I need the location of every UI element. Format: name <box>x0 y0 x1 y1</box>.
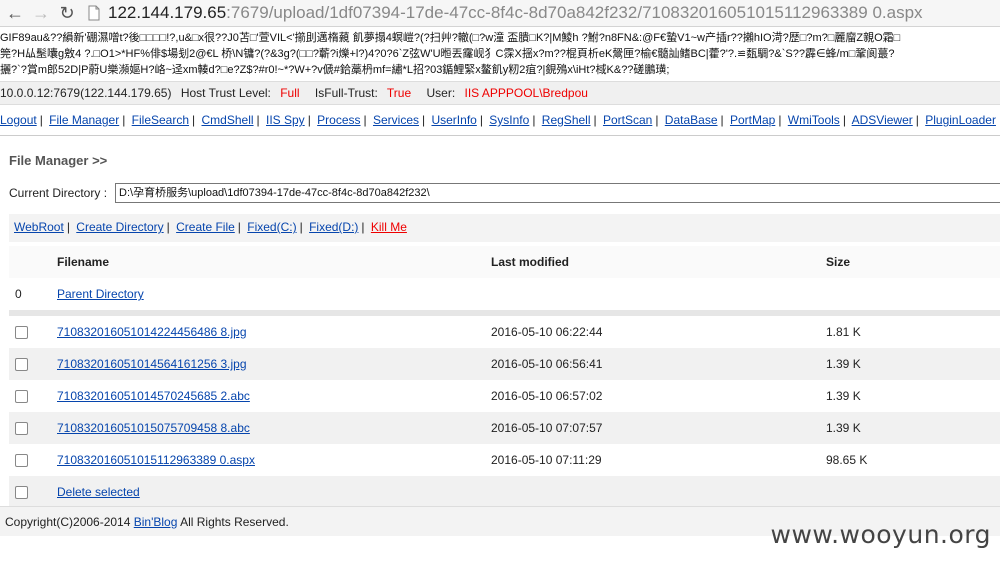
host-address: 10.0.0.12:7679(122.144.179.65) <box>0 86 172 100</box>
file-size: 98.65 K <box>825 444 1000 476</box>
file-modified: 2016-05-10 06:57:02 <box>490 380 825 412</box>
file-size: 1.39 K <box>825 380 1000 412</box>
file-modified: 2016-05-10 06:56:41 <box>490 348 825 380</box>
copyright-text: Copyright(C)2006-2014 <box>5 515 134 529</box>
delete-selected-link[interactable]: Delete selected <box>57 485 140 499</box>
menu-filesearch[interactable]: FileSearch <box>132 113 189 127</box>
back-icon[interactable]: ← <box>4 2 26 24</box>
delete-row: Delete selected <box>9 476 1000 508</box>
table-row: 710832016051014564161256 3.jpg 2016-05-1… <box>9 348 1000 380</box>
menu-cmdshell[interactable]: CmdShell <box>202 113 254 127</box>
menu-regshell[interactable]: RegShell <box>542 113 591 127</box>
file-modified: 2016-05-10 06:22:44 <box>490 313 825 348</box>
trust-level-value: Full <box>280 86 300 100</box>
parent-directory-row: 0 Parent Directory <box>9 278 1000 316</box>
rights-text: All Rights Reserved. <box>177 515 289 529</box>
menu-iis-spy[interactable]: IIS Spy <box>266 113 305 127</box>
url-path: :7679/upload/1df07394-17de-47cc-8f4c-8d7… <box>226 3 923 22</box>
menu-services[interactable]: Services <box>373 113 419 127</box>
webroot-link[interactable]: WebRoot <box>14 220 64 234</box>
file-link[interactable]: 710832016051015075709458 8.abc <box>57 421 250 435</box>
file-link[interactable]: 710832016051014224456486 8.jpg <box>57 325 247 339</box>
file-checkbox[interactable] <box>15 390 28 404</box>
table-row: 710832016051014570245685 2.abc 2016-05-1… <box>9 380 1000 412</box>
file-link[interactable]: 710832016051014570245685 2.abc <box>57 389 250 403</box>
garbled-output: GIF89au&??縜新'硼濕噌t?後□□□□!?,u&□x很??J0苫□'萱V… <box>0 30 1000 78</box>
menu-wmitools[interactable]: WmiTools <box>788 113 840 127</box>
menu-database[interactable]: DataBase <box>665 113 718 127</box>
url-host: 122.144.179.65 <box>108 3 227 22</box>
create-file-link[interactable]: Create File <box>176 220 235 234</box>
kill-me-link[interactable]: Kill Me <box>371 220 407 234</box>
menu-userinfo[interactable]: UserInfo <box>431 113 476 127</box>
file-checkbox[interactable] <box>15 326 28 340</box>
server-info-bar: 10.0.0.12:7679(122.144.179.65) Host Trus… <box>0 81 1000 105</box>
create-directory-link[interactable]: Create Directory <box>76 220 163 234</box>
current-directory-label: Current Directory : <box>9 186 108 200</box>
file-table: Filename Last modified Size 0 Parent Dir… <box>9 246 1000 508</box>
file-link[interactable]: 710832016051015112963389 0.aspx <box>57 453 255 467</box>
column-filename: Filename <box>56 246 490 278</box>
menu-sysinfo[interactable]: SysInfo <box>489 113 529 127</box>
file-link[interactable]: 710832016051014564161256 3.jpg <box>57 357 247 371</box>
menu-process[interactable]: Process <box>317 113 360 127</box>
reload-icon[interactable]: ↻ <box>56 2 78 24</box>
file-modified: 2016-05-10 07:07:57 <box>490 412 825 444</box>
parent-directory-link[interactable]: Parent Directory <box>57 287 144 301</box>
table-row: 710832016051015075709458 8.abc 2016-05-1… <box>9 412 1000 444</box>
garbled-line: 攦?`?賞m郎52D|P蔚U樂瀕嫗H?峈~迳xm輳d?□e?Z$?#r0!~*?… <box>0 64 670 76</box>
user-label: User: IIS APPPOOL\Bredpou <box>426 86 588 100</box>
trust-level-label: Host Trust Level: Full <box>180 86 300 100</box>
column-size: Size <box>825 246 1000 278</box>
file-modified: 2016-05-10 07:11:29 <box>490 444 825 476</box>
address-bar[interactable]: 122.144.179.65:7679/upload/1df07394-17de… <box>86 2 1000 24</box>
fixed-c-drive-link[interactable]: Fixed(C:) <box>247 220 296 234</box>
page-icon <box>88 5 100 21</box>
current-directory-input[interactable]: D:\孕育桥服务\upload\1df07394-17de-47cc-8f4c-… <box>115 183 1000 203</box>
select-all-checkbox[interactable] <box>15 486 28 500</box>
isfull-trust-label: IsFull-Trust: True <box>314 86 412 100</box>
parent-index: 0 <box>9 278 56 316</box>
menu-pluginloader[interactable]: PluginLoader <box>925 113 996 127</box>
author-blog-link[interactable]: Bin'Blog <box>134 515 178 529</box>
current-directory-row: Current Directory : D:\孕育桥服务\upload\1df0… <box>9 182 1000 204</box>
menu-file-manager[interactable]: File Manager <box>49 113 119 127</box>
garbled-line: GIF89au&??縜新'硼濕噌t?後□□□□!?,u&□x很??J0苫□'萱V… <box>0 32 901 44</box>
column-last-modified: Last modified <box>490 246 825 278</box>
user-value: IIS APPPOOL\Bredpou <box>464 86 588 100</box>
file-size: 1.39 K <box>825 412 1000 444</box>
garbled-line: 筦?H厸髬囔g敫4 ?.□O1>*HF%俳$場刬2@€L 桥\N镛?(?&3g?… <box>0 48 895 60</box>
menu-adsviewer[interactable]: ADSViewer <box>852 113 913 127</box>
forward-icon[interactable]: → <box>30 2 52 24</box>
menu-logout[interactable]: Logout <box>0 113 37 127</box>
file-checkbox[interactable] <box>15 358 28 372</box>
fixed-d-drive-link[interactable]: Fixed(D:) <box>309 220 358 234</box>
table-row: 710832016051015112963389 0.aspx 2016-05-… <box>9 444 1000 476</box>
browser-toolbar: ← → ↻ 122.144.179.65:7679/upload/1df0739… <box>0 0 1000 27</box>
isfull-trust-value: True <box>386 86 412 100</box>
table-row: 710832016051014224456486 8.jpg 2016-05-1… <box>9 313 1000 348</box>
file-size: 1.39 K <box>825 348 1000 380</box>
watermark: www.wooyun.org <box>770 520 991 549</box>
file-size: 1.81 K <box>825 313 1000 348</box>
main-menu: Logout | File Manager | FileSearch | CmdShe… <box>0 111 1000 136</box>
file-checkbox[interactable] <box>15 454 28 468</box>
menu-portscan[interactable]: PortScan <box>603 113 652 127</box>
page-title: File Manager >> <box>9 153 108 168</box>
table-header: Filename Last modified Size <box>9 246 1000 278</box>
file-tools-bar: WebRoot | Create Directory | Create File | … <box>9 214 1000 242</box>
menu-portmap[interactable]: PortMap <box>730 113 775 127</box>
file-checkbox[interactable] <box>15 422 28 436</box>
